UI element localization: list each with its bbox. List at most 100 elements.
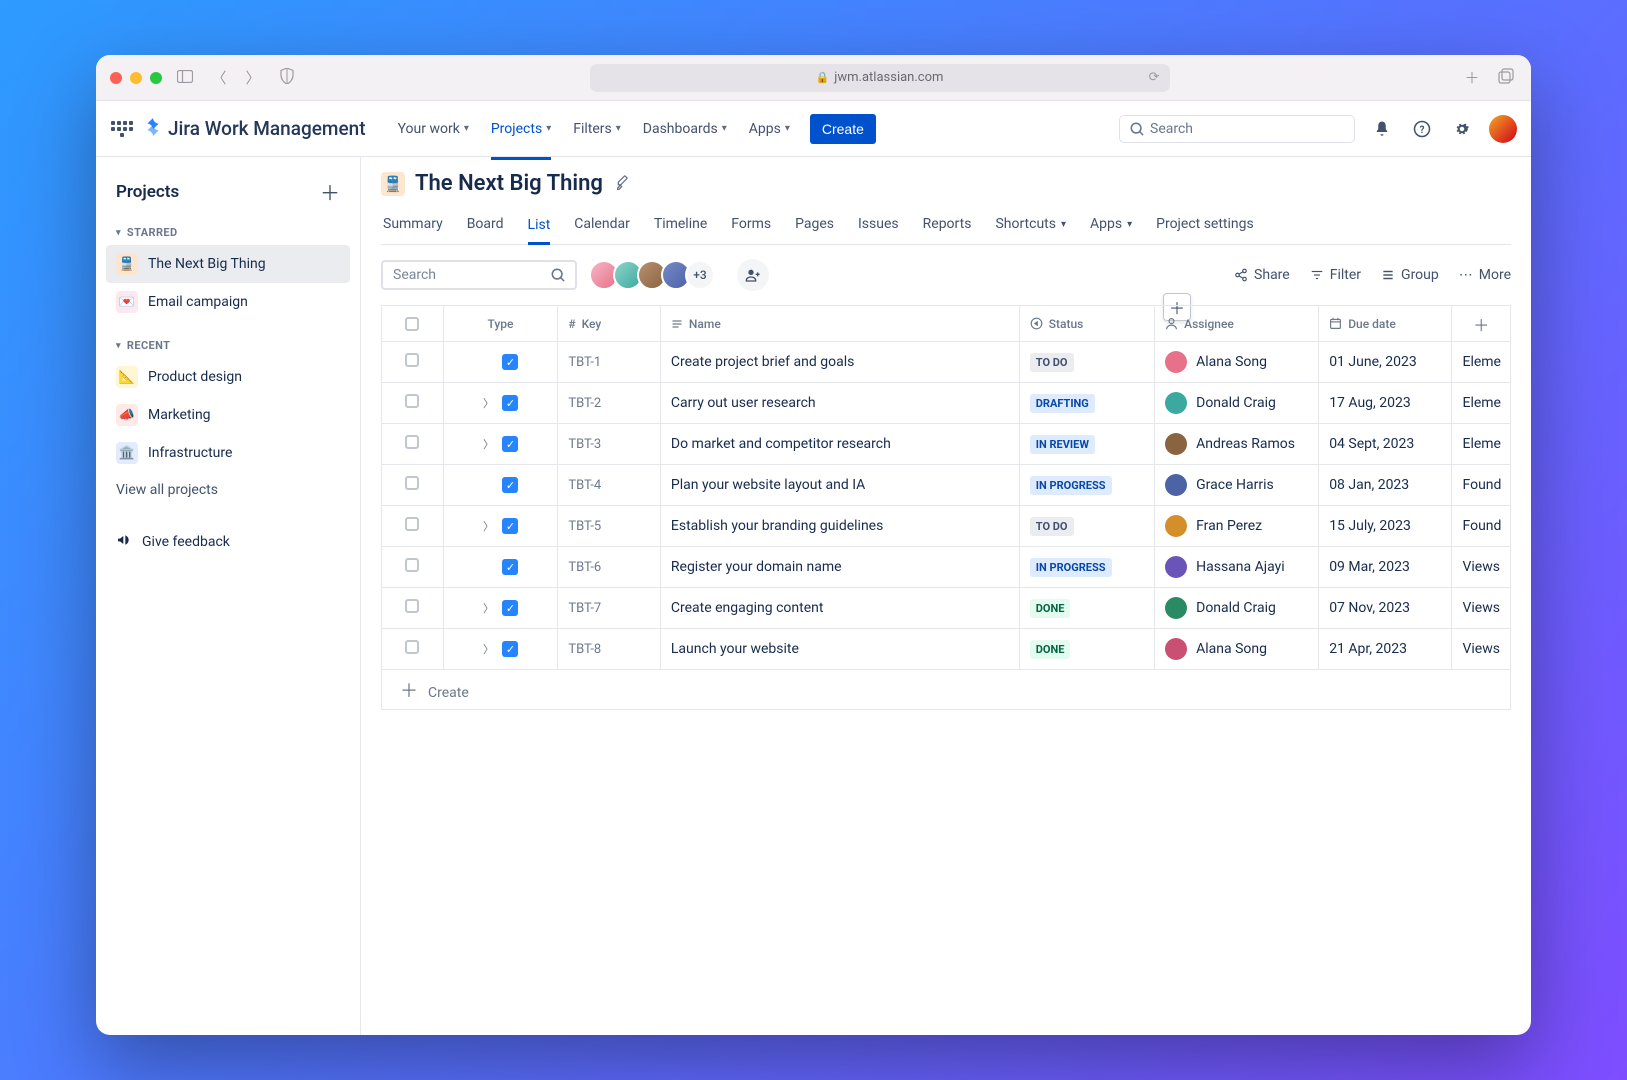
status-badge[interactable]: IN PROGRESS — [1030, 476, 1112, 495]
assignee-name[interactable]: Alana Song — [1196, 354, 1267, 370]
row-checkbox[interactable] — [405, 435, 419, 449]
tab-calendar[interactable]: Calendar — [574, 206, 630, 244]
assignee-avatar[interactable] — [1165, 474, 1187, 496]
column-due-label[interactable]: Due date — [1348, 317, 1396, 331]
sidebar-item-email-campaign[interactable]: 💌 Email campaign — [106, 283, 350, 321]
extra-cell[interactable]: Views — [1462, 641, 1500, 657]
table-row[interactable]: 〉✓TBT-2Carry out user researchDRAFTINGDo… — [381, 382, 1511, 423]
customize-appearance-button[interactable] — [613, 174, 629, 194]
expand-chevron-icon[interactable]: 〉 — [482, 600, 494, 616]
extra-cell[interactable]: Eleme — [1462, 354, 1501, 370]
due-date[interactable]: 04 Sept, 2023 — [1329, 436, 1414, 452]
issue-name[interactable]: Plan your website layout and IA — [671, 477, 865, 493]
status-badge[interactable]: TO DO — [1030, 353, 1074, 372]
expand-chevron-icon[interactable]: 〉 — [482, 518, 494, 534]
profile-avatar[interactable] — [1489, 115, 1517, 143]
add-member-button[interactable] — [737, 259, 769, 291]
sidebar-toggle-icon[interactable] — [174, 69, 196, 87]
select-all-checkbox[interactable] — [405, 317, 419, 331]
assignee-avatar[interactable] — [1165, 638, 1187, 660]
tab-issues[interactable]: Issues — [858, 206, 899, 244]
product-logo[interactable]: Jira Work Management — [144, 117, 366, 141]
due-date[interactable]: 08 Jan, 2023 — [1329, 477, 1409, 493]
global-search-input[interactable]: Search — [1119, 115, 1355, 143]
sidebar-item-marketing[interactable]: 📣 Marketing — [106, 396, 350, 434]
row-checkbox[interactable] — [405, 640, 419, 654]
row-checkbox[interactable] — [405, 599, 419, 613]
app-switcher-icon[interactable] — [110, 117, 134, 141]
table-row[interactable]: ✓TBT-1Create project brief and goalsTO D… — [381, 341, 1511, 382]
due-date[interactable]: 07 Nov, 2023 — [1329, 600, 1410, 616]
forward-button[interactable]: 〉 — [242, 67, 264, 88]
assignee-avatar[interactable] — [1165, 515, 1187, 537]
column-name-label[interactable]: Name — [689, 317, 721, 331]
tab-forms[interactable]: Forms — [731, 206, 771, 244]
column-status-label[interactable]: Status — [1049, 317, 1084, 331]
notifications-icon[interactable] — [1369, 116, 1395, 142]
group-button[interactable]: Group — [1381, 267, 1439, 283]
issue-key[interactable]: TBT-8 — [568, 642, 601, 657]
extra-cell[interactable]: Eleme — [1462, 395, 1501, 411]
nav-apps[interactable]: Apps▾ — [741, 114, 798, 144]
give-feedback-link[interactable]: Give feedback — [106, 518, 350, 566]
due-date[interactable]: 01 June, 2023 — [1329, 354, 1417, 370]
nav-dashboards[interactable]: Dashboards▾ — [635, 114, 735, 144]
nav-projects[interactable]: Projects▾ — [483, 114, 559, 144]
extra-cell[interactable]: Views — [1462, 559, 1500, 575]
extra-cell[interactable]: Found — [1462, 518, 1501, 534]
issue-name[interactable]: Carry out user research — [671, 395, 816, 411]
assignee-avatar[interactable] — [1165, 392, 1187, 414]
assignee-name[interactable]: Hassana Ajayi — [1196, 559, 1285, 575]
column-assignee-label[interactable]: Assignee — [1184, 317, 1234, 331]
tab-list[interactable]: List — [528, 206, 551, 245]
tabs-overview-icon[interactable] — [1495, 68, 1517, 88]
tab-project-settings[interactable]: Project settings — [1156, 206, 1254, 244]
table-row[interactable]: 〉✓TBT-5Establish your branding guideline… — [381, 505, 1511, 546]
minimize-window-button[interactable] — [130, 72, 142, 84]
assignee-name[interactable]: Grace Harris — [1196, 477, 1274, 493]
row-checkbox[interactable] — [405, 353, 419, 367]
create-button[interactable]: Create — [810, 114, 876, 144]
issue-key[interactable]: TBT-6 — [568, 560, 601, 575]
row-checkbox[interactable] — [405, 394, 419, 408]
issue-name[interactable]: Register your domain name — [671, 559, 842, 575]
maximize-window-button[interactable] — [150, 72, 162, 84]
due-date[interactable]: 09 Mar, 2023 — [1329, 559, 1410, 575]
due-date[interactable]: 17 Aug, 2023 — [1329, 395, 1411, 411]
issue-key[interactable]: TBT-4 — [568, 478, 601, 493]
view-all-projects-link[interactable]: View all projects — [106, 472, 350, 508]
settings-icon[interactable] — [1449, 116, 1475, 142]
extra-cell[interactable]: Found — [1462, 477, 1501, 493]
status-badge[interactable]: DONE — [1030, 599, 1071, 618]
issue-name[interactable]: Create project brief and goals — [671, 354, 854, 370]
extra-cell[interactable]: Eleme — [1462, 436, 1501, 452]
assignee-avatar[interactable] — [1165, 433, 1187, 455]
column-type-label[interactable]: Type — [487, 317, 513, 331]
create-issue-row[interactable]: ＋Create — [381, 669, 1511, 710]
tab-pages[interactable]: Pages — [795, 206, 834, 244]
table-row[interactable]: 〉✓TBT-7Create engaging contentDONEDonald… — [381, 587, 1511, 628]
column-key-label[interactable]: Key — [582, 317, 602, 331]
assignee-avatar[interactable] — [1165, 351, 1187, 373]
row-checkbox[interactable] — [405, 517, 419, 531]
tab-shortcuts[interactable]: Shortcuts▾ — [995, 206, 1066, 244]
status-badge[interactable]: DONE — [1030, 640, 1071, 659]
share-button[interactable]: Share — [1234, 267, 1290, 283]
row-checkbox[interactable] — [405, 558, 419, 572]
expand-chevron-icon[interactable]: 〉 — [482, 641, 494, 657]
assignee-name[interactable]: Andreas Ramos — [1196, 436, 1295, 452]
back-button[interactable]: 〈 — [208, 67, 230, 88]
row-checkbox[interactable] — [405, 476, 419, 490]
table-row[interactable]: ✓TBT-4Plan your website layout and IAIN … — [381, 464, 1511, 505]
table-row[interactable]: ✓TBT-6Register your domain nameIN PROGRE… — [381, 546, 1511, 587]
sidebar-item-infrastructure[interactable]: 🏛️ Infrastructure — [106, 434, 350, 472]
issue-key[interactable]: TBT-7 — [568, 601, 601, 616]
tab-board[interactable]: Board — [467, 206, 504, 244]
status-badge[interactable]: DRAFTING — [1030, 394, 1095, 413]
tab-summary[interactable]: Summary — [383, 206, 443, 244]
nav-your-work[interactable]: Your work▾ — [390, 114, 477, 144]
sidebar-starred-toggle[interactable]: ▾STARRED — [106, 220, 350, 245]
sidebar-recent-toggle[interactable]: ▾RECENT — [106, 333, 350, 358]
new-tab-button[interactable]: ＋ — [1461, 67, 1483, 88]
expand-chevron-icon[interactable]: 〉 — [482, 436, 494, 452]
